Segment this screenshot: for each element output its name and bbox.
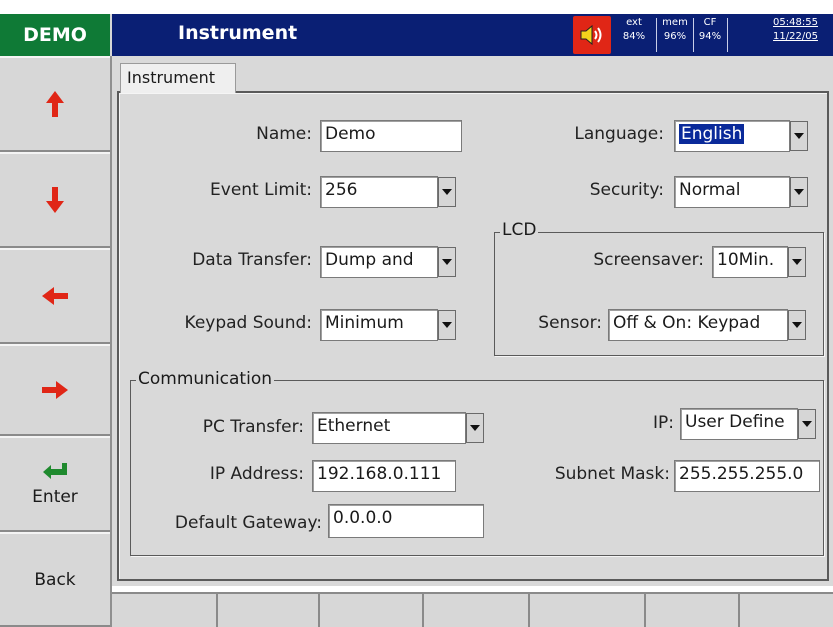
sensor-select[interactable]: Off & On: Keypad	[608, 309, 788, 341]
left-button[interactable]	[0, 248, 110, 344]
language-value: English	[679, 124, 745, 144]
cf-label: CF	[703, 17, 717, 28]
arrow-up-icon	[46, 91, 64, 117]
screensaver-label: Screensaver:	[593, 250, 704, 270]
security-select[interactable]: Normal	[674, 176, 790, 208]
up-button[interactable]	[0, 56, 110, 152]
softkey-1[interactable]	[112, 592, 218, 627]
subnet-mask-label: Subnet Mask:	[554, 464, 670, 484]
mem-value: 96%	[663, 31, 687, 42]
name-field[interactable]: Demo	[320, 120, 462, 152]
event-limit-label: Event Limit:	[210, 180, 312, 200]
softkey-4[interactable]	[424, 592, 530, 627]
softkey-5[interactable]	[530, 592, 646, 627]
demo-badge: DEMO	[0, 14, 112, 56]
screensaver-select[interactable]: 10Min.	[712, 246, 788, 278]
keypad-sound-select[interactable]: Minimum	[320, 309, 438, 341]
back-label: Back	[34, 569, 76, 590]
chevron-down-icon[interactable]	[438, 177, 456, 207]
tab-instrument[interactable]: Instrument	[120, 63, 236, 93]
communication-legend: Communication	[136, 369, 274, 389]
enter-button[interactable]: Enter	[0, 436, 110, 532]
clock-date: 11/22/05	[773, 31, 818, 42]
gateway-label: Default Gateway:	[174, 513, 322, 533]
data-transfer-label: Data Transfer:	[192, 250, 312, 270]
data-transfer-select[interactable]: Dump and	[320, 246, 438, 278]
subnet-mask-field[interactable]: 255.255.255.0	[674, 460, 820, 492]
gateway-field[interactable]: 0.0.0.0	[328, 504, 484, 538]
clock-status: 05:48:55 11/22/05	[758, 16, 833, 54]
sensor-label: Sensor:	[538, 313, 602, 333]
ip-mode-select[interactable]: User Define	[680, 408, 798, 440]
chevron-down-icon[interactable]	[466, 413, 484, 443]
chevron-down-icon[interactable]	[788, 247, 806, 277]
arrow-right-icon	[42, 381, 68, 399]
chevron-down-icon[interactable]	[790, 121, 808, 151]
ip-address-field[interactable]: 192.168.0.111	[312, 460, 456, 492]
window-title: Instrument	[178, 22, 298, 44]
ext-label: ext	[626, 17, 642, 28]
ip-mode-label: IP:	[653, 413, 674, 433]
pc-transfer-label: PC Transfer:	[202, 417, 304, 437]
pc-transfer-select[interactable]: Ethernet	[312, 412, 466, 444]
language-label: Language:	[574, 124, 664, 144]
chevron-down-icon[interactable]	[798, 409, 816, 439]
enter-label: Enter	[32, 487, 78, 507]
keypad-sound-label: Keypad Sound:	[184, 313, 312, 333]
security-label: Security:	[589, 180, 664, 200]
back-button[interactable]: Back	[0, 532, 110, 627]
lcd-legend: LCD	[500, 220, 539, 240]
memory-status: mem 96%	[657, 16, 693, 54]
ip-address-label: IP Address:	[209, 464, 304, 484]
softkey-6[interactable]	[646, 592, 740, 627]
down-button[interactable]	[0, 152, 110, 248]
chevron-down-icon[interactable]	[790, 177, 808, 207]
language-select[interactable]: English	[674, 120, 790, 152]
name-label: Name:	[256, 124, 312, 144]
speaker-icon[interactable]	[573, 16, 611, 54]
right-button[interactable]	[0, 344, 110, 436]
event-limit-select[interactable]: 256	[320, 176, 438, 208]
cf-status: CF 94%	[694, 16, 726, 54]
softkey-7[interactable]	[740, 592, 833, 627]
softkey-3[interactable]	[320, 592, 424, 627]
softkey-2[interactable]	[218, 592, 320, 627]
arrow-left-icon	[42, 287, 68, 305]
chevron-down-icon[interactable]	[438, 247, 456, 277]
cf-value: 94%	[698, 31, 722, 42]
ext-value: 84%	[622, 31, 646, 42]
status-divider	[727, 18, 728, 52]
clock-time: 05:48:55	[773, 17, 818, 28]
chevron-down-icon[interactable]	[788, 310, 806, 340]
mem-label: mem	[662, 17, 688, 28]
chevron-down-icon[interactable]	[438, 310, 456, 340]
ext-storage-status: ext 84%	[612, 16, 656, 54]
arrow-down-icon	[46, 187, 64, 213]
enter-icon	[43, 463, 67, 479]
